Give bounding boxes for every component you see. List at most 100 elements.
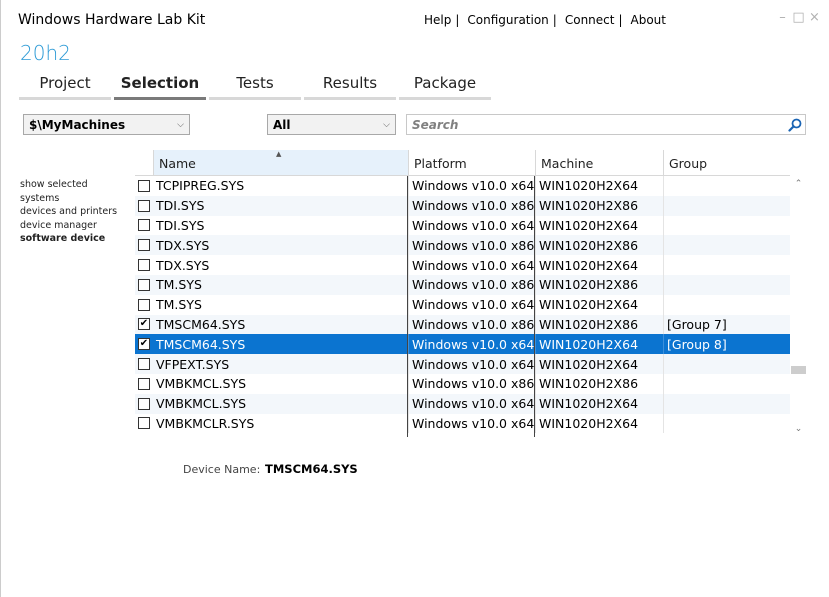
device-name-value: TMSCM64.SYS xyxy=(265,462,358,476)
tab-package[interactable]: Package xyxy=(399,74,491,100)
cell-group xyxy=(663,215,790,236)
minimize-icon[interactable]: – xyxy=(776,10,789,25)
main-tabs: Project Selection Tests Results Package xyxy=(19,74,494,100)
cell-machine: WIN1020H2X86 xyxy=(535,274,663,295)
header-checkbox-column xyxy=(135,150,153,175)
table-row[interactable]: TM.SYS Windows v10.0 x64 1 WIN1020H2X64 xyxy=(135,294,790,315)
checkbox-empty-icon xyxy=(138,417,150,430)
row-checkbox[interactable] xyxy=(135,377,153,390)
tab-tests[interactable]: Tests xyxy=(209,74,301,100)
tab-selection[interactable]: Selection xyxy=(114,74,206,100)
search-input[interactable] xyxy=(412,117,785,132)
cell-name: TDI.SYS xyxy=(156,198,205,214)
table-row[interactable]: TDX.SYS Windows v10.0 x86 1 WIN1020H2X86 xyxy=(135,235,790,256)
platform-filter-value: All xyxy=(273,117,291,132)
cell-group xyxy=(663,413,790,434)
cell-name: TDX.SYS xyxy=(156,257,210,273)
cell-name: TDX.SYS xyxy=(156,237,210,253)
column-header-machine[interactable]: Machine xyxy=(535,150,663,175)
cell-platform: Windows v10.0 x64 1 xyxy=(408,176,535,196)
table-row[interactable]: VFPEXT.SYS Windows v10.0 x64 1 WIN1020H2X6… xyxy=(135,354,790,374)
table-row[interactable]: ✔ TMSCM64.SYS Windows v10.0 x64 1 WIN1020H2… xyxy=(135,334,790,355)
cell-platform: Windows v10.0 x64 1 xyxy=(408,334,535,355)
machine-pool-dropdown[interactable]: $\MyMachines ⌵ xyxy=(23,114,190,135)
cell-name: TCPIPREG.SYS xyxy=(156,178,245,194)
table-row[interactable]: TM.SYS Windows v10.0 x86 1 WIN1020H2X86 xyxy=(135,274,790,295)
table-row[interactable]: VMBKMCL.SYS Windows v10.0 x86 1 WIN1020H2X… xyxy=(135,373,790,394)
row-checkbox[interactable] xyxy=(135,278,153,291)
table-row[interactable]: TDI.SYS Windows v10.0 x86 1 WIN1020H2X86 xyxy=(135,195,790,216)
row-checkbox[interactable] xyxy=(135,179,153,192)
platform-filter-dropdown[interactable]: All ⌵ xyxy=(267,114,396,135)
close-icon[interactable]: × xyxy=(808,10,821,25)
checkbox-empty-icon xyxy=(138,259,150,272)
table-row[interactable]: TDI.SYS Windows v10.0 x64 1 WIN1020H2X64 xyxy=(135,215,790,236)
cell-name: VMBKMCL.SYS xyxy=(156,376,247,392)
table-row[interactable]: VMBKMCL.SYS Windows v10.0 x64 1 WIN1020H2X… xyxy=(135,393,790,414)
cell-machine: WIN1020H2X86 xyxy=(535,314,663,335)
table-row[interactable]: TDX.SYS Windows v10.0 x64 1 WIN1020H2X64 xyxy=(135,255,790,275)
cell-group xyxy=(663,294,790,315)
cell-name: TM.SYS xyxy=(156,277,202,293)
column-header-platform[interactable]: Platform xyxy=(408,150,535,175)
cell-platform: Windows v10.0 x64 1 xyxy=(408,354,535,374)
cell-machine: WIN1020H2X64 xyxy=(535,176,663,196)
cell-name: TMSCM64.SYS xyxy=(156,316,246,332)
row-checkbox[interactable] xyxy=(135,358,153,371)
column-divider xyxy=(407,176,408,437)
cell-machine: WIN1020H2X64 xyxy=(535,413,663,434)
column-header-group[interactable]: Group xyxy=(663,150,790,175)
tab-results[interactable]: Results xyxy=(304,74,396,100)
cell-name: VMBKMCL.SYS xyxy=(156,396,247,412)
table-row[interactable]: TCPIPREG.SYS Windows v10.0 x64 1 WIN1020H2… xyxy=(135,176,790,196)
filter-systems[interactable]: systems xyxy=(20,192,125,206)
row-checkbox[interactable]: ✔ xyxy=(135,318,153,331)
nav-separator: | xyxy=(618,13,623,27)
chevron-down-icon: ⌵ xyxy=(177,119,184,130)
row-checkbox[interactable] xyxy=(135,219,153,232)
row-checkbox[interactable] xyxy=(135,239,153,252)
cell-group xyxy=(663,255,790,275)
cell-platform: Windows v10.0 x64 1 xyxy=(408,294,535,315)
column-header-name[interactable]: ▲ Name xyxy=(153,150,408,175)
filter-devices-and-printers[interactable]: devices and printers xyxy=(20,205,125,219)
cell-group: [Group 8] xyxy=(663,334,790,355)
checkbox-empty-icon xyxy=(138,377,150,390)
connect-link[interactable]: Connect xyxy=(565,13,615,27)
scroll-down-icon[interactable]: ⌄ xyxy=(790,424,807,434)
row-checkbox[interactable] xyxy=(135,397,153,410)
cell-machine: WIN1020H2X64 xyxy=(535,255,663,275)
tab-project[interactable]: Project xyxy=(19,74,111,100)
filter-device-manager[interactable]: device manager xyxy=(20,219,125,233)
row-checkbox[interactable] xyxy=(135,417,153,430)
help-link[interactable]: Help xyxy=(424,13,451,27)
device-name-label: Device Name: xyxy=(183,463,261,476)
maximize-icon[interactable]: □ xyxy=(792,10,805,25)
window-controls: – □ × xyxy=(776,10,821,25)
vertical-scrollbar[interactable]: ⌃ ⌄ xyxy=(790,176,807,437)
filter-show-selected[interactable]: show selected xyxy=(20,178,125,192)
cell-machine: WIN1020H2X86 xyxy=(535,195,663,216)
grid-rows: TCPIPREG.SYS Windows v10.0 x64 1 WIN1020H2… xyxy=(135,176,790,434)
table-row[interactable]: ✔ TMSCM64.SYS Windows v10.0 x86 1 WIN1020H2… xyxy=(135,314,790,335)
row-checkbox[interactable] xyxy=(135,199,153,212)
row-checkbox[interactable]: ✔ xyxy=(135,338,153,351)
table-row[interactable]: VMBKMCLR.SYS Windows v10.0 x64 1 WIN1020H2… xyxy=(135,413,790,434)
chevron-down-icon: ⌵ xyxy=(383,119,390,130)
cell-machine: WIN1020H2X86 xyxy=(535,235,663,256)
magnifier-icon xyxy=(788,118,802,132)
search-button[interactable] xyxy=(785,115,805,134)
scroll-up-icon[interactable]: ⌃ xyxy=(790,179,807,189)
row-checkbox[interactable] xyxy=(135,259,153,272)
row-checkbox[interactable] xyxy=(135,298,153,311)
checkbox-empty-icon xyxy=(138,298,150,311)
scrollbar-thumb[interactable] xyxy=(791,366,806,374)
checkbox-empty-icon xyxy=(138,179,150,192)
checkbox-empty-icon xyxy=(138,278,150,291)
cell-platform: Windows v10.0 x86 1 xyxy=(408,314,535,335)
configuration-link[interactable]: Configuration xyxy=(467,13,548,27)
filter-software-device[interactable]: software device xyxy=(20,232,125,246)
cell-platform: Windows v10.0 x86 1 xyxy=(408,373,535,394)
cell-platform: Windows v10.0 x64 1 xyxy=(408,255,535,275)
about-link[interactable]: About xyxy=(631,13,666,27)
